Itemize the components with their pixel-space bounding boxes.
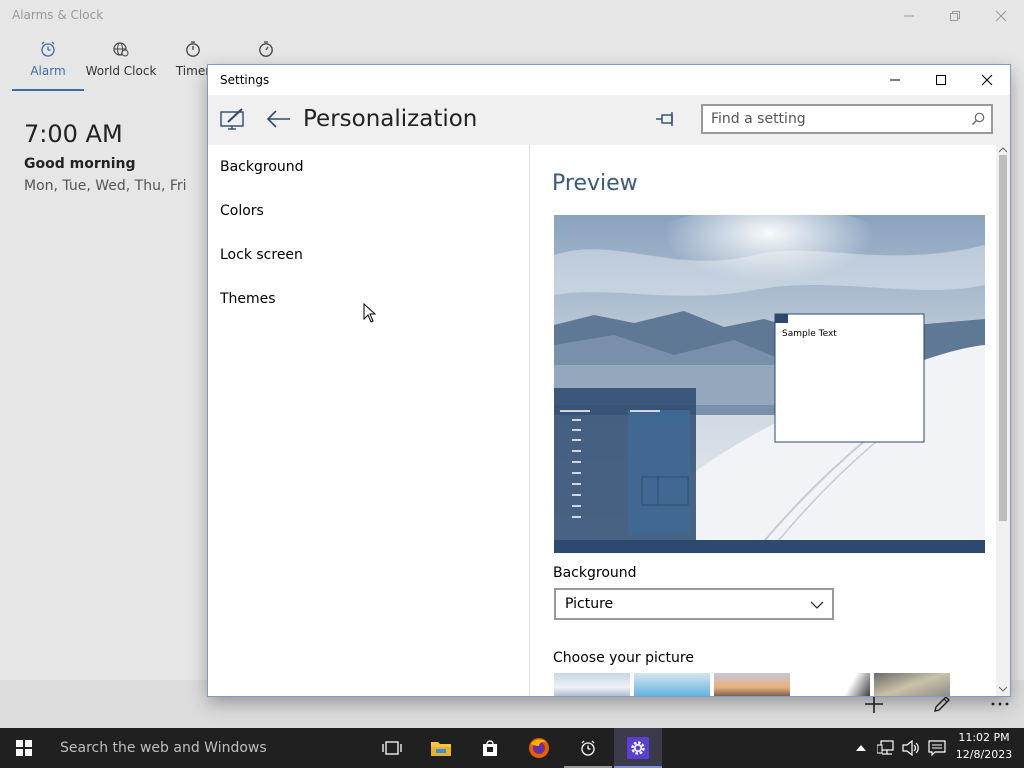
add-icon [864, 694, 884, 714]
background-preview: Sample Text [554, 215, 985, 553]
search-icon[interactable] [971, 112, 985, 126]
settings-maximize-button[interactable] [918, 65, 964, 95]
nav-item-colors[interactable]: Colors [220, 203, 264, 219]
active-tab-indicator [12, 89, 84, 91]
settings-close-button[interactable] [964, 65, 1010, 95]
nav-item-themes[interactable]: Themes [220, 291, 276, 307]
background-label: Background [553, 565, 637, 581]
alarms-window-title: Alarms & Clock [12, 8, 104, 22]
show-hidden-icons-button[interactable] [852, 728, 870, 768]
notification-icon [928, 740, 946, 756]
taskbar-search-text: Search the web and Windows [60, 740, 267, 756]
alarms-restore-button[interactable] [932, 0, 978, 32]
preview-heading: Preview [552, 171, 638, 196]
alarms-taskbar-button[interactable] [564, 728, 612, 768]
alarms-minimize-button[interactable] [886, 0, 932, 32]
alarm-clock-icon [39, 40, 57, 58]
search-input[interactable] [703, 106, 961, 132]
background-type-dropdown[interactable]: Picture [554, 588, 834, 620]
speaker-icon [902, 740, 920, 756]
settings-minimize-button[interactable] [872, 65, 918, 95]
find-setting-search-box[interactable] [701, 104, 993, 134]
chevron-up-icon [856, 745, 866, 751]
back-arrow-icon [266, 109, 294, 129]
settings-taskbar-button[interactable] [614, 728, 662, 768]
alarms-close-button[interactable] [978, 0, 1024, 32]
scrollbar-thumb[interactable] [999, 155, 1007, 521]
tab-world-clock-label: World Clock [85, 64, 157, 78]
tab-world-clock[interactable]: World Clock [84, 40, 158, 92]
network-button[interactable] [874, 728, 898, 768]
file-explorer-button[interactable] [417, 728, 465, 768]
start-button[interactable] [0, 728, 48, 768]
picture-thumbnail[interactable] [874, 673, 950, 696]
timer-icon [184, 40, 202, 58]
taskbar-search-box[interactable]: Search the web and Windows [48, 728, 368, 768]
more-icon [990, 700, 1010, 708]
folder-icon [430, 739, 452, 757]
store-bag-icon [481, 739, 499, 757]
taskbar-clock-date[interactable]: 12/8/2023 [952, 748, 1016, 761]
mouse-cursor-icon [363, 303, 377, 323]
store-button[interactable] [466, 728, 514, 768]
task-view-icon [382, 740, 402, 756]
preview-sample-text: Sample Text [782, 329, 837, 339]
background-type-value: Picture [565, 596, 614, 612]
nav-item-lock-screen[interactable]: Lock screen [220, 247, 303, 263]
network-icon [877, 740, 895, 756]
pencil-icon [932, 694, 952, 714]
tab-alarm-label: Alarm [30, 64, 66, 78]
settings-window-title: Settings [220, 73, 270, 87]
globe-icon [112, 40, 130, 58]
alarm-days: Mon, Tue, Wed, Thu, Fri [24, 178, 187, 194]
pin-icon [654, 109, 682, 129]
choose-picture-label: Choose your picture [553, 650, 694, 666]
nav-item-background[interactable]: Background [220, 159, 304, 175]
firefox-button[interactable] [515, 728, 563, 768]
pin-to-start-button[interactable] [654, 109, 682, 131]
taskbar: Search the web and Windows 11:02 PM 12/8… [0, 728, 1024, 768]
firefox-icon [528, 737, 550, 759]
settings-titlebar[interactable]: Settings [208, 65, 1010, 95]
picture-thumbnail[interactable] [554, 673, 630, 696]
picture-thumbnail[interactable] [794, 673, 870, 696]
tab-timer-label: Timer [175, 64, 211, 78]
volume-button[interactable] [900, 728, 922, 768]
alarm-name: Good morning [24, 156, 136, 172]
back-button[interactable] [266, 109, 294, 131]
picture-thumbnail[interactable] [634, 673, 710, 696]
action-center-button[interactable] [926, 728, 948, 768]
settings-nav-pane: Background Colors Lock screen Themes [208, 145, 529, 696]
scroll-down-arrow-icon[interactable] [999, 686, 1007, 692]
picture-thumbnail[interactable] [714, 673, 790, 696]
taskbar-clock-time[interactable]: 11:02 PM [952, 731, 1016, 744]
alarms-titlebar: Alarms & Clock [0, 0, 1024, 32]
task-view-button[interactable] [368, 728, 416, 768]
personalization-icon [220, 108, 246, 132]
chevron-down-icon [810, 600, 824, 610]
settings-header: Personalization [208, 95, 1010, 145]
settings-content-pane: Preview Sample Text Background Picture C… [530, 145, 996, 696]
windows-logo-icon [16, 740, 32, 756]
alarm-clock-icon [579, 739, 597, 757]
alarm-time[interactable]: 7:00 AM [24, 120, 123, 148]
scroll-up-arrow-icon[interactable] [999, 147, 1007, 153]
content-scrollbar[interactable] [996, 145, 1010, 696]
preview-wallpaper-image [554, 215, 985, 553]
tab-alarm[interactable]: Alarm [18, 40, 78, 92]
stopwatch-icon [257, 40, 275, 58]
page-title: Personalization [303, 106, 478, 132]
gear-icon [626, 736, 650, 760]
settings-window: Settings Personalization Find a setting … [208, 65, 1010, 696]
